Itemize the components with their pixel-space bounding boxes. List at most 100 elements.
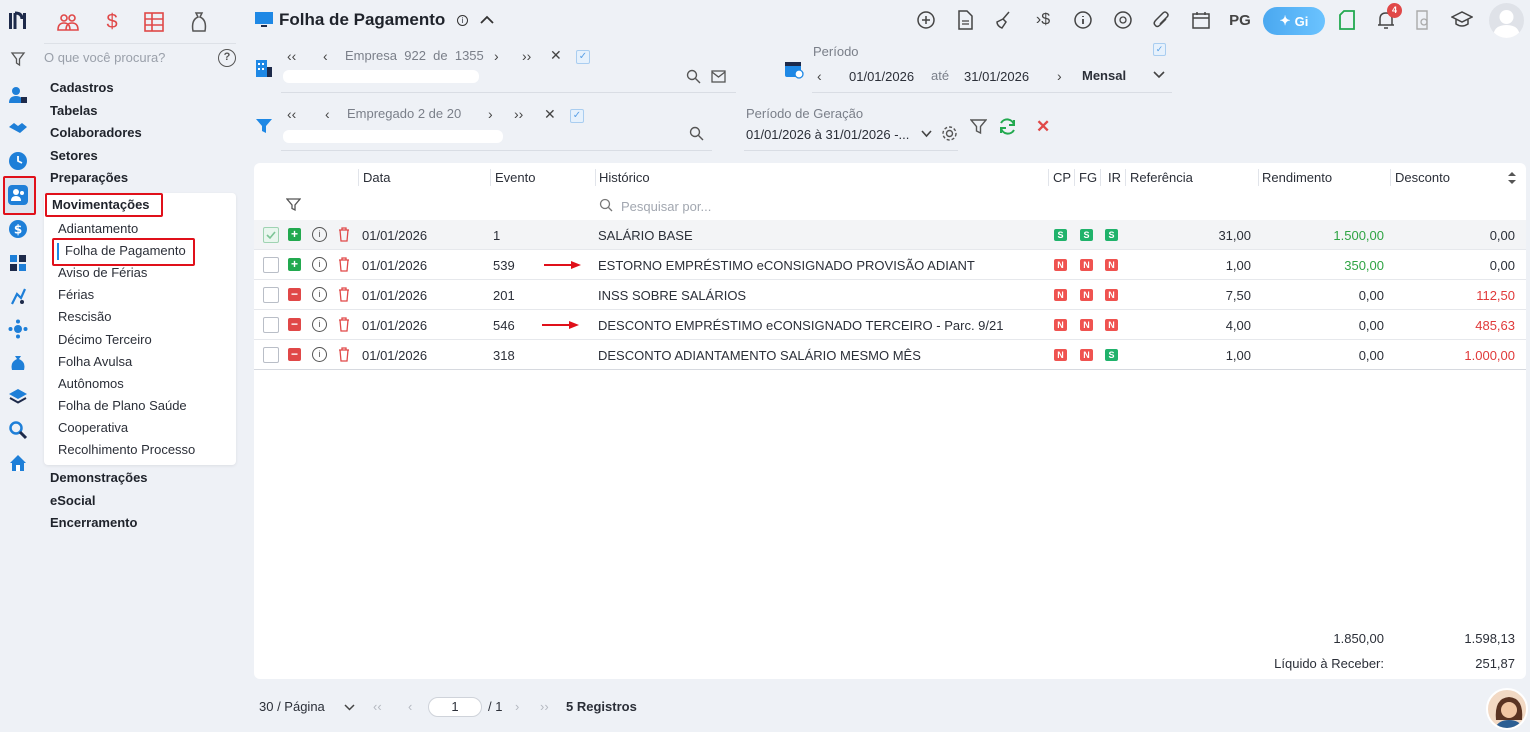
trash-icon[interactable]: [338, 227, 350, 242]
clear-filters-icon[interactable]: ✕: [1036, 117, 1050, 137]
col-header-historico[interactable]: Histórico: [599, 170, 650, 185]
periodo-type-chevron-icon[interactable]: [1152, 70, 1166, 80]
next-page-button[interactable]: ›: [515, 699, 519, 714]
prev-page-button[interactable]: ‹: [408, 699, 412, 714]
app-logo[interactable]: [7, 10, 29, 32]
users-icon[interactable]: [7, 84, 29, 106]
submenu-item-rescisao[interactable]: Rescisão: [58, 309, 111, 324]
col-header-evento[interactable]: Evento: [495, 170, 535, 185]
row-checkbox[interactable]: [263, 317, 279, 333]
dollar-icon[interactable]: $: [7, 218, 29, 240]
menu-demonstracoes[interactable]: Demonstrações: [50, 470, 148, 485]
empregado-name-field[interactable]: [283, 130, 503, 143]
subtract-row-icon[interactable]: −: [288, 348, 301, 361]
add-row-icon[interactable]: +: [288, 258, 301, 271]
periodo-prev-button[interactable]: ‹: [817, 68, 822, 84]
submenu-item-adiantamento[interactable]: Adiantamento: [58, 221, 138, 236]
collapse-chevron-icon[interactable]: [479, 13, 495, 27]
currency-arrow-icon[interactable]: ›$: [1030, 9, 1056, 31]
first-page-button[interactable]: ‹‹: [373, 699, 382, 714]
pg-button[interactable]: PG: [1228, 9, 1252, 31]
trash-icon[interactable]: [338, 317, 350, 332]
row-info-icon[interactable]: i: [312, 347, 327, 362]
empregado-next-button[interactable]: ›: [488, 106, 493, 122]
info-icon[interactable]: [1072, 9, 1094, 31]
row-info-icon[interactable]: i: [312, 317, 327, 332]
col-header-referencia[interactable]: Referência: [1130, 170, 1193, 185]
search-rail-icon[interactable]: [7, 419, 29, 441]
handshake-icon[interactable]: [7, 117, 29, 139]
menu-colaboradores[interactable]: Colaboradores: [50, 125, 142, 140]
empregado-clear-button[interactable]: ✕: [544, 106, 556, 123]
document-icon[interactable]: [954, 9, 976, 31]
user-avatar[interactable]: [1489, 3, 1524, 38]
page-number-input[interactable]: 1: [428, 697, 482, 717]
row-checkbox[interactable]: [263, 287, 279, 303]
submenu-item-autonomos[interactable]: Autônomos: [58, 376, 124, 391]
empresa-search-icon[interactable]: [686, 69, 701, 84]
trash-icon[interactable]: [338, 257, 350, 272]
submenu-item-cooperativa[interactable]: Cooperativa: [58, 420, 128, 435]
layers-icon[interactable]: [7, 385, 29, 407]
finance-module-icon[interactable]: $: [100, 10, 124, 34]
empregado-prev-button[interactable]: ‹: [325, 106, 330, 122]
empregado-first-button[interactable]: ‹‹: [287, 106, 296, 122]
empresa-name-field[interactable]: [283, 70, 479, 83]
periodo-next-button[interactable]: ›: [1057, 68, 1062, 84]
table-row[interactable]: − i 01/01/2026 318 DESCONTO ADIANTAMENTO…: [254, 340, 1526, 370]
money-bag-icon[interactable]: [7, 352, 29, 374]
team-module-icon[interactable]: [56, 10, 80, 34]
sort-icon[interactable]: [1507, 171, 1517, 185]
row-checkbox[interactable]: [263, 347, 279, 363]
submenu-item-ferias[interactable]: Férias: [58, 287, 94, 302]
menu-tabelas[interactable]: Tabelas: [50, 103, 97, 118]
page-size-chevron-icon[interactable]: [343, 703, 356, 712]
table-row[interactable]: − i 01/01/2026 201 INSS SOBRE SALÁRIOS N…: [254, 280, 1526, 310]
submenu-item-recolhimento-processo[interactable]: Recolhimento Processo: [58, 442, 195, 457]
menu-setores[interactable]: Setores: [50, 148, 98, 163]
refresh-icon[interactable]: [998, 117, 1017, 136]
add-row-icon[interactable]: +: [288, 228, 301, 241]
empresa-last-button[interactable]: ››: [522, 48, 531, 64]
chart-up-icon[interactable]: [7, 285, 29, 307]
submenu-item-decimo-terceiro[interactable]: Décimo Terceiro: [58, 332, 152, 347]
submenu-item-aviso-de-ferias[interactable]: Aviso de Férias: [58, 265, 147, 280]
empregado-search-icon[interactable]: [689, 126, 704, 141]
filter-icon[interactable]: [7, 48, 29, 70]
search-document-icon[interactable]: [1412, 9, 1434, 31]
network-icon[interactable]: [7, 318, 29, 340]
empresa-checkbox[interactable]: ✓: [576, 50, 590, 64]
row-checkbox[interactable]: [263, 257, 279, 273]
menu-cadastros[interactable]: Cadastros: [50, 80, 114, 95]
col-header-fg[interactable]: FG: [1079, 170, 1097, 185]
col-header-ir[interactable]: IR: [1108, 170, 1121, 185]
filter-outline-icon[interactable]: [970, 118, 987, 135]
menu-encerramento[interactable]: Encerramento: [50, 515, 137, 530]
title-info-icon[interactable]: i: [457, 15, 468, 26]
menu-search-input[interactable]: O que você procura?: [44, 50, 165, 65]
column-filter-icon[interactable]: [286, 197, 301, 212]
row-info-icon[interactable]: i: [312, 257, 327, 272]
home-icon[interactable]: [7, 452, 29, 474]
periodo-end-input[interactable]: 31/01/2026: [964, 69, 1029, 84]
help-icon[interactable]: ?: [218, 49, 236, 67]
menu-preparacoes[interactable]: Preparações: [50, 170, 128, 185]
green-file-icon[interactable]: [1336, 9, 1358, 31]
subtract-row-icon[interactable]: −: [288, 288, 301, 301]
table-row[interactable]: + i 01/01/2026 1 SALÁRIO BASE S S S 31,0…: [254, 220, 1526, 250]
assistant-avatar[interactable]: [1486, 688, 1528, 730]
col-header-desconto[interactable]: Desconto: [1395, 170, 1450, 185]
attachment-icon[interactable]: [1150, 9, 1172, 31]
col-header-cp[interactable]: CP: [1053, 170, 1071, 185]
empregado-checkbox[interactable]: ✓: [570, 109, 584, 123]
col-header-data[interactable]: Data: [363, 170, 390, 185]
email-icon[interactable]: [711, 70, 726, 83]
periodo-start-input[interactable]: 01/01/2026: [849, 69, 914, 84]
trash-icon[interactable]: [338, 347, 350, 362]
empresa-next-button[interactable]: ›: [494, 48, 499, 64]
trash-icon[interactable]: [338, 287, 350, 302]
table-search-input[interactable]: Pesquisar por...: [621, 199, 711, 214]
tax-module-icon[interactable]: [188, 10, 210, 34]
table-row[interactable]: − i 01/01/2026 546 DESCONTO EMPRÉSTIMO e…: [254, 310, 1526, 340]
periodo-type-select[interactable]: Mensal: [1082, 68, 1126, 83]
